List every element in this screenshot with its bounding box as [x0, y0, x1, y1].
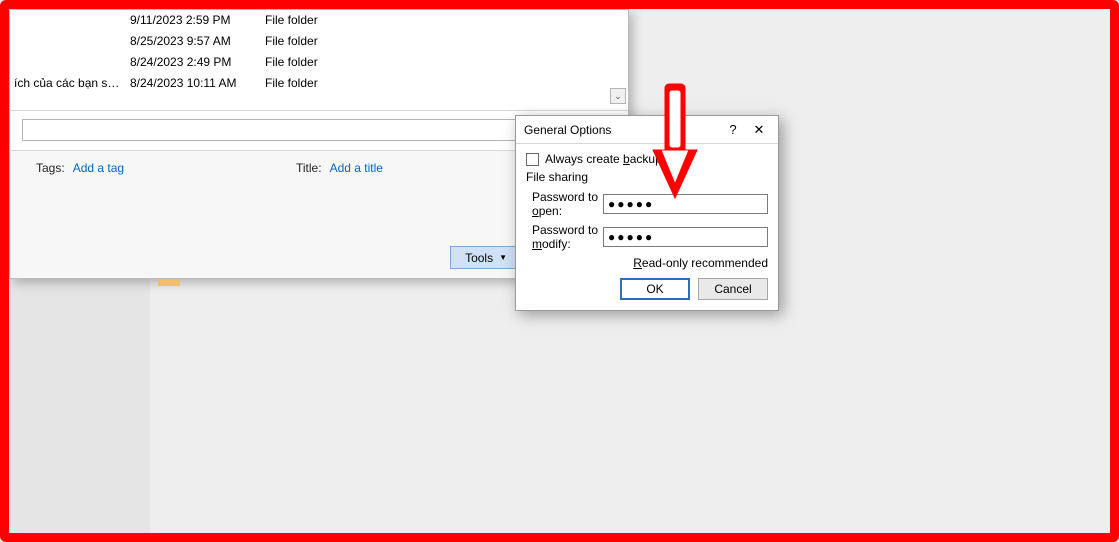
always-backup-row[interactable]: Always create backup: [526, 152, 768, 166]
close-button[interactable]: ✕: [746, 120, 772, 140]
file-sharing-header: File sharing: [526, 170, 768, 184]
tags-label: Tags:: [36, 161, 65, 175]
file-name: [10, 52, 130, 73]
file-name: [10, 10, 130, 31]
ok-label: OK: [646, 282, 663, 296]
title-input[interactable]: Add a title: [330, 161, 383, 175]
file-type: File folder: [265, 10, 375, 31]
chevron-down-icon: ▼: [499, 253, 507, 262]
file-row[interactable]: ích của các bạn s… 8/24/2023 10:11 AM Fi…: [10, 73, 628, 94]
file-date: 8/24/2023 10:11 AM: [130, 73, 265, 94]
password-modify-label: Password to modify:: [526, 223, 603, 251]
file-type: File folder: [265, 73, 375, 94]
tools-button[interactable]: Tools ▼: [450, 246, 522, 269]
general-options-dialog: General Options ? ✕ Always create backup…: [515, 115, 779, 311]
dialog-titlebar[interactable]: General Options ? ✕: [516, 116, 778, 144]
password-open-label: Password to open:: [526, 190, 603, 218]
help-button[interactable]: ?: [720, 120, 746, 140]
checkbox-icon[interactable]: [526, 153, 539, 166]
password-modify-row: Password to modify:: [526, 223, 768, 251]
cancel-label: Cancel: [714, 282, 751, 296]
options-buttons: OK Cancel: [526, 278, 768, 300]
decorative-artifact: [158, 280, 180, 286]
file-date: 8/25/2023 9:57 AM: [130, 31, 265, 52]
scroll-down-button[interactable]: ⌄: [610, 88, 626, 104]
file-name: [10, 31, 130, 52]
cancel-button[interactable]: Cancel: [698, 278, 768, 300]
file-type: File folder: [265, 52, 375, 73]
backup-label: Always create backup: [545, 152, 662, 166]
file-list[interactable]: 9/11/2023 2:59 PM File folder 8/25/2023 …: [10, 10, 628, 110]
file-name: ích của các bạn s…: [10, 73, 130, 94]
readonly-label: Read-only recommended: [633, 256, 768, 270]
password-open-row: Password to open:: [526, 190, 768, 218]
password-open-input[interactable]: [603, 194, 768, 214]
file-row[interactable]: 9/11/2023 2:59 PM File folder: [10, 10, 628, 31]
file-type: File folder: [265, 31, 375, 52]
tags-input[interactable]: Add a tag: [73, 161, 124, 175]
file-date: 9/11/2023 2:59 PM: [130, 10, 265, 31]
file-date: 8/24/2023 2:49 PM: [130, 52, 265, 73]
file-row[interactable]: 8/24/2023 2:49 PM File folder: [10, 52, 628, 73]
title-label: Title:: [296, 161, 322, 175]
file-row[interactable]: 8/25/2023 9:57 AM File folder: [10, 31, 628, 52]
tools-label: Tools: [465, 251, 493, 265]
ok-button[interactable]: OK: [620, 278, 690, 300]
password-modify-input[interactable]: [603, 227, 768, 247]
chevron-down-icon: ⌄: [614, 91, 622, 102]
dialog-title: General Options: [524, 123, 720, 137]
readonly-row[interactable]: Read-only recommended: [526, 256, 768, 270]
